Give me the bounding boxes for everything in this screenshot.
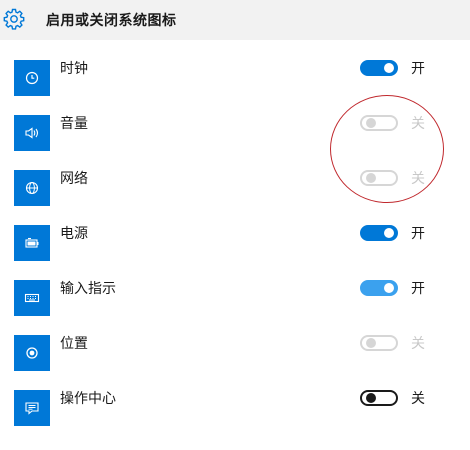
system-icon-row-clock: 时钟 开 (0, 60, 470, 100)
clock-icon (14, 60, 50, 96)
toggle-state-label: 开 (411, 281, 425, 297)
system-icon-row-action-center: 操作中心 关 (0, 390, 470, 430)
keyboard-icon (14, 280, 50, 316)
row-label: 输入指示 (60, 281, 116, 297)
gear-icon (2, 7, 26, 31)
toggle-state-label: 关 (411, 391, 425, 407)
system-icon-row-power: 电源 开 (0, 225, 470, 265)
row-label: 电源 (60, 226, 88, 242)
power-toggle[interactable] (360, 225, 398, 241)
row-label: 位置 (60, 336, 88, 352)
location-icon (14, 335, 50, 371)
input-indicator-toggle[interactable] (360, 280, 398, 296)
system-icon-row-input-indicator: 输入指示 开 (0, 280, 470, 320)
highlight-circle (330, 95, 444, 203)
toggle-state-label: 开 (411, 226, 425, 242)
row-label: 时钟 (60, 61, 88, 77)
volume-icon (14, 115, 50, 151)
page-title: 启用或关闭系统图标 (46, 13, 177, 29)
clock-toggle[interactable] (360, 60, 398, 76)
row-label: 操作中心 (60, 391, 116, 407)
action-center-icon (14, 390, 50, 426)
toggle-state-label: 开 (411, 61, 425, 77)
globe-icon (14, 170, 50, 206)
row-label: 网络 (60, 171, 88, 187)
action-center-toggle[interactable] (360, 390, 398, 406)
settings-header: 启用或关闭系统图标 (0, 0, 470, 40)
system-icon-row-location: 位置 关 (0, 335, 470, 375)
location-toggle[interactable] (360, 335, 398, 351)
battery-icon (14, 225, 50, 261)
toggle-state-label: 关 (411, 336, 425, 352)
row-label: 音量 (60, 116, 88, 132)
